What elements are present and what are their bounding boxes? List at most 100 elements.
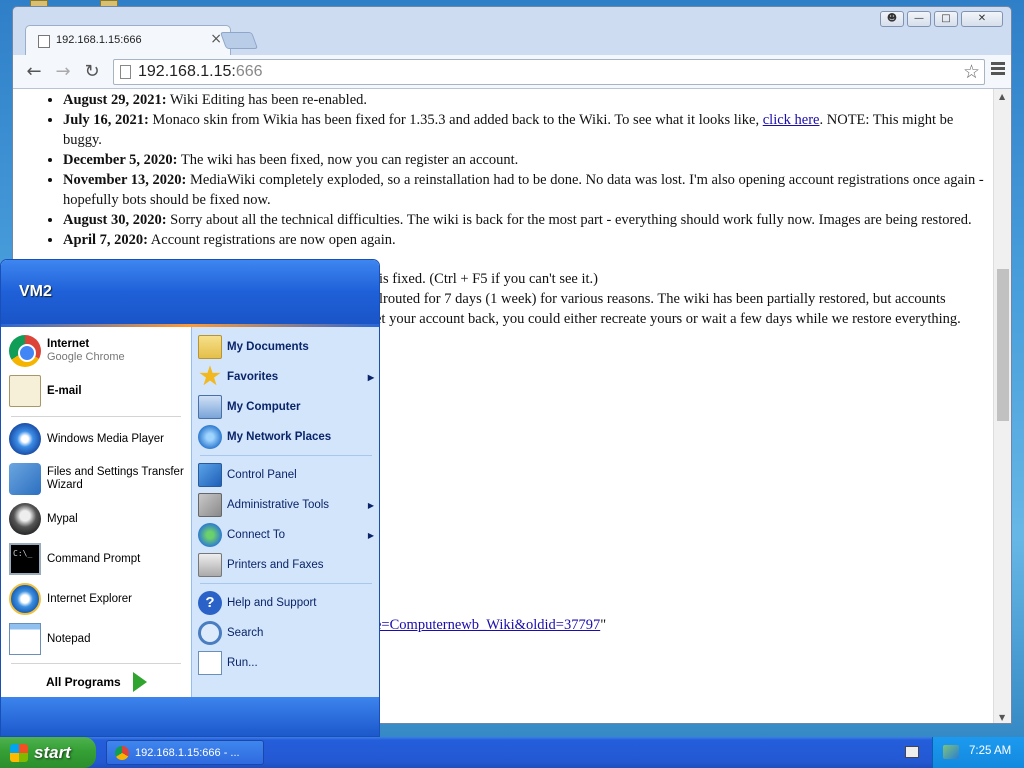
back-icon[interactable]: ← — [21, 60, 47, 84]
page-icon — [38, 35, 50, 48]
start-menu: VM2 Internet Google Chrome E-mail Windows… — [0, 259, 380, 737]
forward-icon[interactable]: → — [50, 60, 76, 84]
scroll-down-icon[interactable]: ▼ — [999, 713, 1005, 722]
command-prompt-item[interactable]: C:\_ Command Prompt — [9, 543, 140, 575]
all-programs-button[interactable]: All Programs — [46, 672, 147, 692]
scroll-up-icon[interactable]: ▲ — [999, 92, 1005, 101]
start-button[interactable]: start — [0, 737, 96, 768]
address-bar[interactable]: 192.168.1.15:666 ☆ — [113, 59, 985, 85]
mypal-item[interactable]: Mypal — [9, 503, 78, 535]
network-icon — [198, 425, 222, 449]
profile-icon[interactable]: ☻ — [880, 11, 904, 27]
close-window-button[interactable]: ✕ — [961, 11, 1003, 27]
item-label: Run... — [227, 657, 258, 669]
notepad-icon — [9, 623, 41, 655]
chrome-icon — [115, 745, 129, 760]
url-host: 192.168.1.15: — [138, 63, 236, 80]
command-prompt-icon: C:\_ — [9, 543, 41, 575]
printers-and-faxes-item[interactable]: Printers and Faxes — [198, 553, 374, 577]
revision-link[interactable]: e=Computernewb_Wiki&oldid=37797 — [375, 617, 600, 633]
my-computer-item[interactable]: My Computer — [198, 395, 374, 419]
transfer-wizard-icon — [9, 463, 41, 495]
browser-tab[interactable]: 192.168.1.15:666 × — [25, 25, 231, 55]
keyboard-icon[interactable] — [905, 746, 919, 758]
click-here-link[interactable]: click here — [763, 112, 820, 128]
my-documents-item[interactable]: My Documents — [198, 335, 374, 359]
partial-line: is fixed. (Ctrl + F5 if you can't see it… — [379, 271, 598, 287]
internet-explorer-item[interactable]: Internet Explorer — [9, 583, 132, 615]
list-item: July 16, 2021: Monaco skin from Wikia ha… — [63, 110, 991, 150]
administrative-tools-item[interactable]: Administrative Tools ▶ — [198, 493, 374, 517]
search-icon — [198, 621, 222, 645]
news-date: August 29, 2021: — [63, 92, 167, 108]
user-name: VM2 — [19, 283, 52, 300]
list-item: December 5, 2020: The wiki has been fixe… — [63, 150, 991, 170]
email-icon — [9, 375, 41, 407]
news-date: August 30, 2020: — [63, 212, 167, 228]
item-sublabel: Google Chrome — [47, 351, 125, 363]
taskbar: start 192.168.1.15:666 - ... 7:25 AM — [0, 737, 1024, 768]
obscured-text: is fixed. (Ctrl + F5 if you can't see it… — [375, 269, 961, 329]
reload-icon[interactable]: ↻ — [79, 60, 105, 84]
help-and-support-item[interactable]: ? Help and Support — [198, 591, 374, 615]
email-item[interactable]: E-mail — [9, 375, 82, 407]
list-item: November 13, 2020: MediaWiki completely … — [63, 170, 991, 210]
favorites-item[interactable]: ★ Favorites ▶ — [198, 365, 374, 389]
system-tray: 7:25 AM — [932, 737, 1024, 768]
item-label: Favorites — [227, 371, 279, 383]
news-text: Account registrations are now open again… — [147, 232, 396, 248]
item-label: My Computer — [227, 401, 301, 413]
printer-icon — [198, 553, 222, 577]
computer-icon — [198, 395, 222, 419]
divider — [200, 455, 372, 456]
news-date: November 13, 2020: — [63, 172, 187, 188]
revision-link-row: e=Computernewb_Wiki&oldid=37797" — [375, 617, 606, 634]
news-text: MediaWiki completely exploded, so a rein… — [63, 172, 984, 208]
item-label: Notepad — [47, 632, 91, 645]
media-player-item[interactable]: Windows Media Player — [9, 423, 164, 455]
start-menu-header: VM2 — [1, 260, 379, 324]
list-item: August 30, 2020: Sorry about all the tec… — [63, 210, 991, 230]
pinned-programs: Internet Google Chrome E-mail Windows Med… — [1, 327, 191, 697]
partial-line: llrouted for 7 days (1 week) for various… — [375, 291, 946, 307]
network-status-icon[interactable] — [943, 745, 959, 759]
item-label: Mypal — [47, 512, 78, 525]
vertical-scrollbar[interactable]: ▲ ▼ — [993, 89, 1011, 723]
connect-to-item[interactable]: Connect To ▶ — [198, 523, 374, 547]
scroll-thumb[interactable] — [997, 269, 1009, 421]
tab-title: 192.168.1.15:666 — [56, 34, 142, 46]
help-icon: ? — [198, 591, 222, 615]
news-list: August 29, 2021: Wiki Editing has been r… — [13, 90, 995, 250]
menu-icon[interactable] — [991, 62, 1005, 76]
item-label: E-mail — [47, 384, 82, 397]
chrome-icon — [9, 335, 41, 367]
item-label: My Documents — [227, 341, 309, 353]
star-icon: ★ — [199, 363, 221, 390]
transfer-wizard-item[interactable]: Files and Settings Transfer Wizard — [9, 463, 184, 495]
internet-explorer-icon — [9, 583, 41, 615]
control-panel-item[interactable]: Control Panel — [198, 463, 374, 487]
taskbar-chrome-window[interactable]: 192.168.1.15:666 - ... — [106, 740, 264, 765]
taskbar-item-label: 192.168.1.15:666 - ... — [135, 746, 240, 759]
notepad-item[interactable]: Notepad — [9, 623, 90, 655]
divider — [200, 583, 372, 584]
item-label: Search — [227, 627, 264, 639]
item-label: Connect To — [227, 529, 285, 541]
run-item[interactable]: Run... — [198, 651, 374, 675]
arrow-right-icon — [132, 672, 147, 692]
new-tab-button[interactable] — [219, 32, 259, 49]
minimize-button[interactable]: — — [907, 11, 931, 27]
search-item[interactable]: Search — [198, 621, 374, 645]
windows-logo-icon — [10, 743, 28, 762]
item-label: Internet Explorer — [47, 592, 133, 605]
item-label: Windows Media Player — [47, 432, 164, 445]
page-icon — [120, 65, 131, 79]
item-label: Printers and Faxes — [227, 559, 324, 571]
internet-item[interactable]: Internet Google Chrome — [9, 335, 125, 367]
maximize-button[interactable]: □ — [934, 11, 958, 27]
my-network-places-item[interactable]: My Network Places — [198, 425, 374, 449]
quote-mark: " — [600, 617, 607, 633]
divider — [11, 416, 181, 417]
bookmark-star-icon[interactable]: ☆ — [963, 61, 980, 83]
news-text: Monaco skin from Wikia has been fixed fo… — [148, 112, 763, 128]
